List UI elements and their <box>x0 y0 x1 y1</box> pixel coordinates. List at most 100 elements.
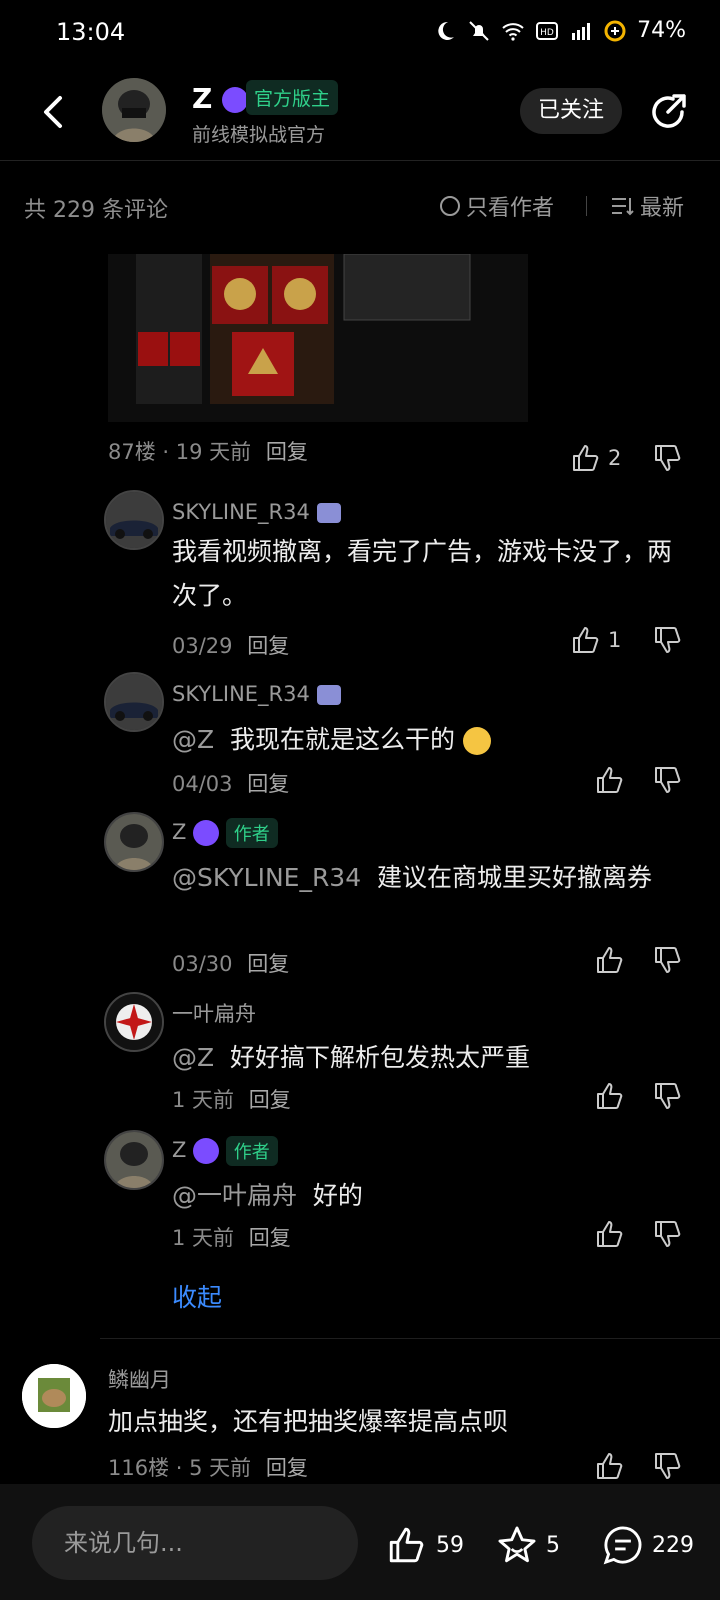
reply-nickname[interactable]: 一叶扁舟 <box>172 998 256 1028</box>
comment-sort-bar: 共 229 条评论 只看作者 最新 <box>0 160 720 240</box>
top-comment-meta: 87楼 · 19 天前 回复 <box>108 436 308 466</box>
reply-nickname[interactable]: Z 作者 <box>172 818 278 848</box>
reply-meta: 1 天前 回复 <box>172 1084 291 1114</box>
reply-button[interactable]: 回复 <box>247 952 289 976</box>
comment-input[interactable]: 来说几句... <box>32 1506 358 1580</box>
reply-avatar[interactable] <box>104 992 164 1052</box>
badge-icon <box>316 685 341 705</box>
sort-label: 最新 <box>640 196 685 221</box>
comment-avatar[interactable] <box>22 1364 86 1428</box>
reply-nickname[interactable]: Z 作者 <box>172 1136 278 1166</box>
thumbs-down-icon[interactable] <box>652 764 684 796</box>
reply-avatar[interactable] <box>104 672 164 732</box>
reply-date: 03/30 <box>172 952 233 976</box>
reply-nickname[interactable]: SKYLINE_R34 <box>172 500 341 524</box>
reply-text: @一叶扁舟 好的 <box>172 1174 672 1218</box>
header: Z 官方版主 前线模拟战官方 已关注 <box>0 64 720 161</box>
reply-avatar[interactable] <box>104 1130 164 1190</box>
post-like-count: 59 <box>436 1532 464 1558</box>
reply-date: 03/29 <box>172 634 233 658</box>
like-button[interactable]: 1 <box>570 624 621 656</box>
reply-nickname[interactable]: SKYLINE_R34 <box>172 682 341 706</box>
reply-meta: 04/03 回复 <box>172 768 289 798</box>
comment-bubble-icon <box>603 1526 642 1565</box>
reply-button[interactable]: 回复 <box>266 1456 308 1480</box>
reply-text: @Z 好好搞下解析包发热太严重 <box>172 1036 672 1080</box>
favorite-count: 5 <box>546 1532 560 1558</box>
thumbs-up-icon <box>573 627 599 653</box>
reply-text: @Z 我现在就是这么干的 <box>172 718 692 762</box>
reply-avatar[interactable] <box>104 812 164 872</box>
reply-avatar[interactable] <box>104 490 164 550</box>
hd-icon: HD <box>536 21 559 40</box>
follow-button[interactable]: 已关注 <box>520 88 622 134</box>
moon-icon <box>438 21 455 40</box>
author-name[interactable]: Z <box>192 82 249 115</box>
author-name-text: Z <box>192 82 213 115</box>
nickname-text: Z <box>172 820 187 844</box>
comment-image[interactable] <box>108 254 528 422</box>
like-count: 1 <box>608 628 622 652</box>
signal-5g-icon <box>572 22 591 40</box>
floor-time: 87楼 · 19 天前 <box>108 440 252 464</box>
reply-button[interactable]: 回复 <box>249 1226 291 1250</box>
mention[interactable]: @Z <box>172 1043 214 1072</box>
share-icon[interactable] <box>646 90 690 134</box>
thumbs-down-icon[interactable] <box>652 1080 684 1112</box>
reply-body: 好好搞下解析包发热太严重 <box>230 1043 531 1072</box>
like-button[interactable]: 2 <box>570 442 621 474</box>
reply-button[interactable]: 回复 <box>249 1088 291 1112</box>
thumbs-up-icon[interactable] <box>594 944 626 976</box>
reply-button[interactable]: 回复 <box>247 634 289 658</box>
mute-bell-icon <box>469 20 489 41</box>
star-icon <box>498 1526 536 1563</box>
thumbs-down-icon[interactable] <box>652 944 684 976</box>
bottom-action-bar: 来说几句... 59 5 229 <box>0 1484 720 1600</box>
back-icon[interactable] <box>36 94 72 130</box>
collapse-replies-button[interactable]: 收起 <box>172 1278 222 1314</box>
battery-percent: 74% <box>637 18 686 43</box>
battery-saver-icon <box>604 20 626 41</box>
only-author-toggle[interactable]: 只看作者 <box>440 190 554 222</box>
thumbs-up-icon[interactable] <box>594 1080 626 1112</box>
thumbs-up-icon[interactable] <box>594 1450 626 1482</box>
thumbs-up-icon[interactable] <box>594 764 626 796</box>
comment-count: 共 229 条评论 <box>24 198 168 223</box>
only-author-label: 只看作者 <box>466 196 555 221</box>
thumbs-up-icon[interactable] <box>594 1218 626 1250</box>
sort-icon <box>612 198 634 216</box>
wifi-icon <box>502 22 524 41</box>
comments-button[interactable]: 229 <box>602 1524 694 1566</box>
reply-meta: 03/30 回复 <box>172 948 289 978</box>
mention[interactable]: @SKYLINE_R34 <box>172 863 361 892</box>
nickname-text: SKYLINE_R34 <box>172 500 310 524</box>
author-avatar[interactable] <box>102 78 166 142</box>
mention[interactable]: @Z <box>172 725 214 754</box>
thumbs-down-icon[interactable] <box>652 442 684 474</box>
reply-button[interactable]: 回复 <box>266 440 308 464</box>
comment-nickname[interactable]: 鳞幽月 <box>108 1364 171 1394</box>
nickname-text: SKYLINE_R34 <box>172 682 310 706</box>
reply-meta: 03/29 回复 <box>172 630 289 660</box>
thumbs-down-icon[interactable] <box>652 624 684 656</box>
gamepad-badge-icon <box>193 820 220 846</box>
thumbs-down-icon[interactable] <box>652 1450 684 1482</box>
post-like-button[interactable]: 59 <box>386 1524 464 1566</box>
nickname-text: Z <box>172 1138 187 1162</box>
floor-time: 116楼 · 5 天前 <box>108 1456 252 1480</box>
emoji-icon <box>463 727 492 755</box>
reply-button[interactable]: 回复 <box>247 772 289 796</box>
reply-body: 建议在商城里买好撤离券 <box>377 863 653 892</box>
reply-text: @SKYLINE_R34 建议在商城里买好撤离券 <box>172 856 672 900</box>
status-bar: 13:04 HD 74% <box>0 0 720 64</box>
author-subtitle: 前线模拟战官方 <box>192 124 326 146</box>
status-time: 13:04 <box>56 18 126 46</box>
mention[interactable]: @一叶扁舟 <box>172 1181 297 1210</box>
thumbs-up-icon <box>573 445 599 471</box>
radio-icon <box>440 196 460 216</box>
thumbs-down-icon[interactable] <box>652 1218 684 1250</box>
sort-newest-button[interactable]: 最新 <box>610 190 684 222</box>
reply-date: 04/03 <box>172 772 233 796</box>
favorite-button[interactable]: 5 <box>496 1524 560 1566</box>
reply-date: 1 天前 <box>172 1088 235 1112</box>
